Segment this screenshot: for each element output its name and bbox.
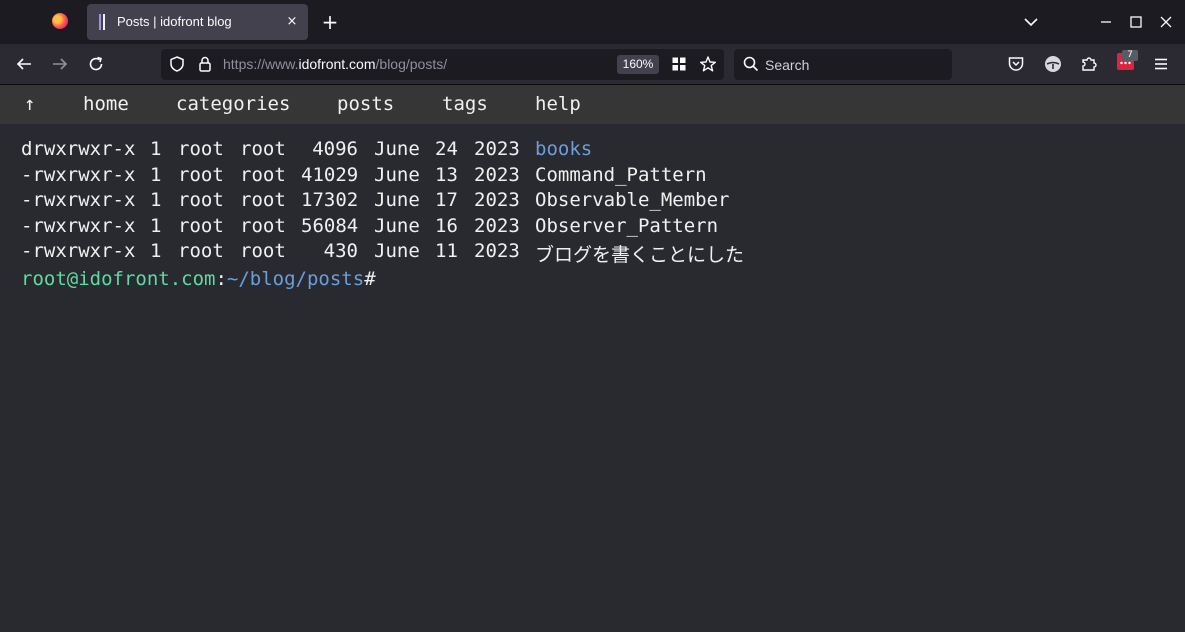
site-nav: ↑ home categories posts tags help — [0, 85, 1185, 124]
month: June — [374, 189, 420, 211]
post-link[interactable]: Command_Pattern — [535, 164, 707, 186]
minimize-icon[interactable] — [1096, 11, 1116, 33]
tab-list-chevron-down-icon[interactable] — [1020, 12, 1042, 32]
nav-tags-link[interactable]: tags — [442, 93, 488, 115]
file-size: 430 — [323, 240, 358, 262]
month: June — [374, 214, 420, 237]
url-prefix: https://www. — [223, 56, 299, 72]
profile-avatar-icon[interactable] — [1042, 53, 1064, 75]
year: 2023 — [474, 214, 520, 237]
url-bar[interactable]: https://www.idofront.com/blog/posts/ 160… — [161, 49, 724, 80]
prompt-path: ~/blog/posts — [226, 268, 365, 290]
bookmark-star-icon[interactable] — [697, 53, 719, 75]
prompt-user: root@idofront.com — [21, 268, 216, 290]
list-item: -rwxrwxr-x 1 root root 41029 June 13 202… — [21, 162, 707, 188]
grid-icon[interactable] — [668, 53, 690, 75]
pocket-icon[interactable] — [1005, 53, 1027, 75]
list-item: -rwxrwxr-x 1 root root 17302 June 17 202… — [21, 187, 729, 213]
list-item: drwxrwxr-x 1 root root 4096 June 24 2023… — [21, 136, 592, 162]
day: 13 — [435, 163, 458, 186]
file-size: 4096 — [312, 138, 358, 160]
shell-prompt[interactable]: root@idofront.com:~/blog/posts# — [21, 265, 376, 292]
month: June — [374, 138, 420, 160]
nav-posts-link[interactable]: posts — [337, 93, 394, 115]
url-path: /blog/posts/ — [375, 56, 448, 72]
lock-icon[interactable] — [194, 53, 216, 75]
file-size: 41029 — [301, 163, 359, 186]
group: root — [240, 240, 286, 262]
close-window-icon[interactable] — [1156, 11, 1176, 33]
link-count: 1 — [150, 189, 162, 211]
firefox-icon — [52, 13, 68, 29]
owner: root — [178, 214, 224, 237]
shield-icon[interactable] — [166, 53, 188, 75]
nav-up-link[interactable]: ↑ — [24, 93, 35, 115]
day: 16 — [435, 214, 458, 237]
permissions: -rwxrwxr-x — [21, 189, 136, 211]
group: root — [240, 138, 286, 160]
site-favicon-icon — [99, 14, 105, 30]
year: 2023 — [474, 138, 520, 160]
new-tab-button[interactable]: + — [318, 9, 342, 35]
menu-hamburger-icon[interactable] — [1150, 53, 1172, 75]
search-bar[interactable]: Search — [734, 49, 952, 80]
year: 2023 — [474, 240, 520, 262]
back-arrow-icon[interactable] — [13, 53, 35, 75]
month: June — [374, 240, 420, 262]
group: root — [240, 214, 286, 237]
file-size: 56084 — [301, 214, 359, 237]
list-item: -rwxrwxr-x 1 root root 56084 June 16 202… — [21, 213, 718, 239]
nav-help-link[interactable]: help — [535, 93, 581, 115]
extension-count-badge: 7 — [1122, 50, 1138, 61]
file-listing: drwxrwxr-x 1 root root 4096 June 24 2023… — [21, 136, 744, 292]
permissions: -rwxrwxr-x — [21, 163, 136, 186]
link-count: 1 — [150, 240, 162, 262]
search-input[interactable]: Search — [765, 57, 809, 73]
tab-title: Posts | idofront blog — [117, 14, 232, 29]
maximize-icon[interactable] — [1126, 11, 1146, 33]
link-count: 1 — [150, 138, 162, 160]
link-count: 1 — [150, 214, 162, 237]
group: root — [240, 189, 286, 211]
permissions: -rwxrwxr-x — [21, 240, 136, 262]
owner: root — [178, 163, 224, 186]
nav-categories-link[interactable]: categories — [176, 93, 290, 115]
directory-link-books[interactable]: books — [535, 138, 592, 160]
search-icon — [740, 53, 762, 75]
post-link[interactable]: Observable_Member — [535, 189, 729, 211]
year: 2023 — [474, 189, 520, 211]
tab-close-icon[interactable]: × — [283, 12, 301, 32]
nav-home-link[interactable]: home — [83, 93, 129, 115]
day: 11 — [435, 240, 458, 262]
file-size: 17302 — [301, 189, 359, 211]
reload-icon[interactable] — [85, 53, 107, 75]
link-count: 1 — [150, 163, 162, 186]
month: June — [374, 163, 420, 186]
url-text[interactable]: https://www.idofront.com/blog/posts/ — [223, 56, 447, 72]
extensions-puzzle-icon[interactable] — [1078, 53, 1100, 75]
nav-toolbar: https://www.idofront.com/blog/posts/ 160… — [0, 44, 1185, 85]
post-link[interactable]: Observer_Pattern — [535, 215, 718, 237]
tab-strip: Posts | idofront blog × + — [0, 0, 1185, 44]
owner: root — [178, 189, 224, 211]
forward-arrow-icon[interactable] — [49, 53, 71, 75]
owner: root — [178, 240, 224, 262]
permissions: -rwxrwxr-x — [21, 214, 136, 237]
permissions: drwxrwxr-x — [21, 138, 136, 160]
tab-posts[interactable]: Posts | idofront blog × — [87, 4, 308, 40]
owner: root — [178, 138, 224, 160]
list-item: -rwxrwxr-x 1 root root 430 June 11 2023 … — [21, 238, 744, 266]
year: 2023 — [474, 163, 520, 186]
group: root — [240, 163, 286, 186]
post-link[interactable]: ブログを書くことにした — [535, 240, 744, 267]
url-host: idofront.com — [298, 56, 376, 72]
prompt-separator: : — [215, 268, 227, 290]
zoom-level-button[interactable]: 160% — [617, 55, 659, 74]
day: 24 — [435, 138, 458, 160]
prompt-symbol: # — [364, 268, 376, 290]
day: 17 — [435, 189, 458, 211]
